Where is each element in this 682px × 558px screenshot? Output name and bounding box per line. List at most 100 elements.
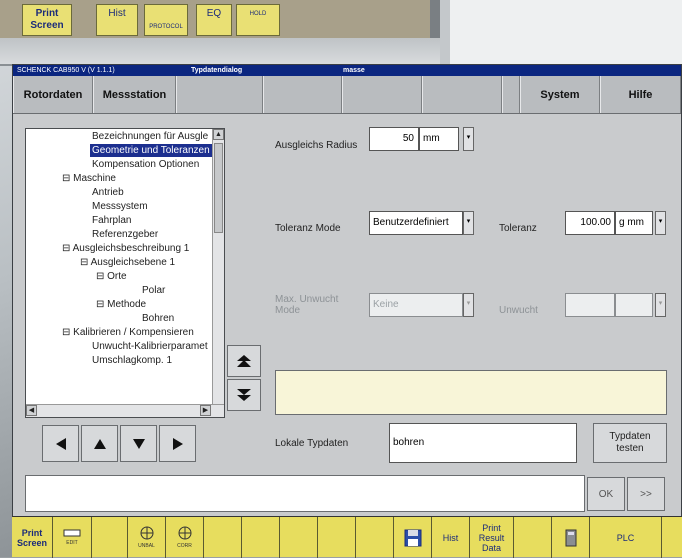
calculator-icon bbox=[565, 529, 576, 546]
tree-horizontal-scrollbar[interactable]: ◀ ▶ bbox=[26, 404, 224, 417]
arrow-down-icon bbox=[132, 438, 145, 449]
tree-item[interactable]: Antrieb bbox=[92, 186, 124, 199]
tree-item[interactable]: Referenzgeber bbox=[92, 228, 158, 241]
fkey-plc[interactable]: PLC bbox=[590, 517, 662, 558]
command-line[interactable] bbox=[25, 475, 585, 512]
ausgleichs-radius-input[interactable]: 50 bbox=[369, 127, 419, 151]
floppy-icon bbox=[404, 529, 421, 546]
menu-empty-6[interactable] bbox=[422, 76, 502, 113]
menu-empty-7[interactable] bbox=[502, 76, 520, 113]
fkey-print-result-data[interactable]: Print Result Data bbox=[470, 517, 514, 558]
fkey-unbal[interactable]: UNBAL bbox=[128, 517, 166, 558]
fkey-empty[interactable] bbox=[204, 517, 242, 558]
type-name: masse bbox=[343, 67, 365, 74]
tree-item[interactable]: ⊟ Kalibrieren / Kompensieren bbox=[62, 326, 194, 339]
arrow-up-icon bbox=[93, 438, 106, 449]
unwucht-input[interactable] bbox=[565, 293, 615, 317]
ausgleichs-radius-label: Ausgleichs Radius bbox=[275, 140, 358, 151]
tree-item[interactable]: Bohren bbox=[142, 312, 174, 325]
nav-down-button[interactable] bbox=[120, 425, 157, 462]
tree-item[interactable]: Unwucht-Kalibrierparamet bbox=[92, 340, 208, 353]
nav-right-button[interactable] bbox=[159, 425, 196, 462]
ausgleichs-radius-unit[interactable]: mm bbox=[419, 127, 459, 151]
fkey-empty[interactable] bbox=[514, 517, 552, 558]
move-up-button[interactable] bbox=[227, 345, 261, 377]
ausgleichs-radius-unit-dropdown-icon[interactable]: ▾ bbox=[463, 127, 474, 151]
unwucht-label: Unwucht bbox=[499, 305, 538, 316]
tree-item[interactable]: ⊟ Orte bbox=[96, 270, 127, 283]
ok-button[interactable]: OK bbox=[587, 477, 625, 511]
tree-item[interactable]: Umschlagkomp. 1 bbox=[92, 354, 172, 367]
scroll-up-icon[interactable]: ▲ bbox=[213, 129, 224, 140]
max-unwucht-mode-select[interactable]: Keine bbox=[369, 293, 463, 317]
menu-messstation[interactable]: Messstation bbox=[93, 76, 176, 113]
toleranz-unit-dropdown-icon[interactable]: ▾ bbox=[655, 211, 666, 235]
tree-item[interactable]: Fahrplan bbox=[92, 214, 131, 227]
fkey-save[interactable] bbox=[394, 517, 432, 558]
fkey-edit-label: EDIT bbox=[66, 539, 78, 546]
tree-item[interactable]: ⊟ Maschine bbox=[62, 172, 116, 185]
arrow-right-icon bbox=[172, 437, 183, 450]
scroll-thumb[interactable] bbox=[214, 143, 223, 233]
fkey-edit[interactable]: EDIT bbox=[53, 517, 92, 558]
tree-item[interactable]: Messsystem bbox=[92, 200, 148, 213]
main-menu: Rotordaten Messstation System Hilfe bbox=[13, 76, 681, 114]
nav-left-button[interactable] bbox=[42, 425, 79, 462]
unwucht-unit-dropdown-icon[interactable]: ▾ bbox=[655, 293, 666, 317]
corr-icon bbox=[178, 526, 191, 539]
tree-item[interactable]: Kompensation Optionen bbox=[92, 158, 199, 171]
menu-empty-5[interactable] bbox=[342, 76, 422, 113]
tree-item[interactable]: Bezeichnungen für Ausgle bbox=[92, 130, 208, 143]
old-key-eq: EQ bbox=[196, 4, 232, 36]
old-key-hist: Hist bbox=[96, 4, 138, 36]
menu-system[interactable]: System bbox=[520, 76, 600, 113]
nav-up-button[interactable] bbox=[81, 425, 118, 462]
unwucht-unit[interactable] bbox=[615, 293, 653, 317]
fkey-empty[interactable] bbox=[242, 517, 280, 558]
edit-icon bbox=[63, 529, 81, 536]
next-button[interactable]: >> bbox=[627, 477, 665, 511]
max-unwucht-mode-dropdown-icon[interactable]: ▾ bbox=[463, 293, 474, 317]
lokale-typdaten-input[interactable]: bohren bbox=[389, 423, 577, 463]
unbal-icon bbox=[140, 526, 153, 539]
menu-empty-4[interactable] bbox=[263, 76, 342, 113]
move-down-button[interactable] bbox=[227, 379, 261, 411]
fkey-empty[interactable] bbox=[280, 517, 318, 558]
scroll-right-icon[interactable]: ▶ bbox=[200, 405, 211, 416]
navigation-tree[interactable]: Bezeichnungen für Ausgle Geometrie und T… bbox=[25, 128, 225, 418]
menu-empty-3[interactable] bbox=[176, 76, 263, 113]
menu-rotordaten[interactable]: Rotordaten bbox=[13, 76, 93, 113]
scroll-left-icon[interactable]: ◀ bbox=[26, 405, 37, 416]
tree-vertical-scrollbar[interactable]: ▲ bbox=[212, 129, 224, 405]
toleranz-unit[interactable]: g mm bbox=[615, 211, 653, 235]
dialog-title: Typdatendialog bbox=[191, 67, 243, 74]
tree-item[interactable]: ⊟ Methode bbox=[96, 298, 146, 311]
toleranz-mode-dropdown-icon[interactable]: ▾ bbox=[463, 211, 474, 235]
tree-item[interactable]: ⊟ Ausgleichsebene 1 bbox=[80, 256, 175, 269]
tree-item[interactable]: ⊟ Ausgleichsbeschreibung 1 bbox=[62, 242, 189, 255]
menu-hilfe[interactable]: Hilfe bbox=[600, 76, 681, 113]
fkey-calculator[interactable] bbox=[552, 517, 590, 558]
fkey-empty[interactable] bbox=[318, 517, 356, 558]
old-key-hold: HOLD bbox=[236, 4, 280, 36]
old-monitor-keybar: Print Screen Hist PROTOCOL EQ HOLD bbox=[0, 0, 440, 42]
fkey-hist[interactable]: Hist bbox=[432, 517, 470, 558]
background-wall bbox=[430, 0, 682, 64]
toleranz-mode-select[interactable]: Benutzerdefiniert bbox=[369, 211, 463, 235]
old-key-print-screen: Print Screen bbox=[22, 4, 72, 36]
tree-item-selected[interactable]: Geometrie und Toleranzen bbox=[90, 144, 212, 157]
fkey-empty[interactable] bbox=[356, 517, 394, 558]
toleranz-input[interactable]: 100.00 bbox=[565, 211, 615, 235]
tree-item[interactable]: Polar bbox=[142, 284, 165, 297]
fkey-corr[interactable]: CORR bbox=[166, 517, 204, 558]
title-bar: SCHENCK CAB950 V (V 1.1.1) Typdatendialo… bbox=[13, 65, 681, 76]
typdaten-testen-button[interactable]: Typdaten testen bbox=[593, 423, 667, 463]
fkey-print-screen[interactable]: Print Screen bbox=[12, 517, 53, 558]
fkey-empty[interactable] bbox=[92, 517, 128, 558]
max-unwucht-mode-label: Max. Unwucht Mode bbox=[275, 294, 339, 316]
app-title: SCHENCK CAB950 V (V 1.1.1) bbox=[17, 67, 115, 74]
double-up-arrow-icon bbox=[237, 355, 251, 367]
double-down-arrow-icon bbox=[237, 389, 251, 401]
fkey-corr-label: CORR bbox=[177, 542, 192, 549]
fkey-unbal-label: UNBAL bbox=[138, 542, 155, 549]
